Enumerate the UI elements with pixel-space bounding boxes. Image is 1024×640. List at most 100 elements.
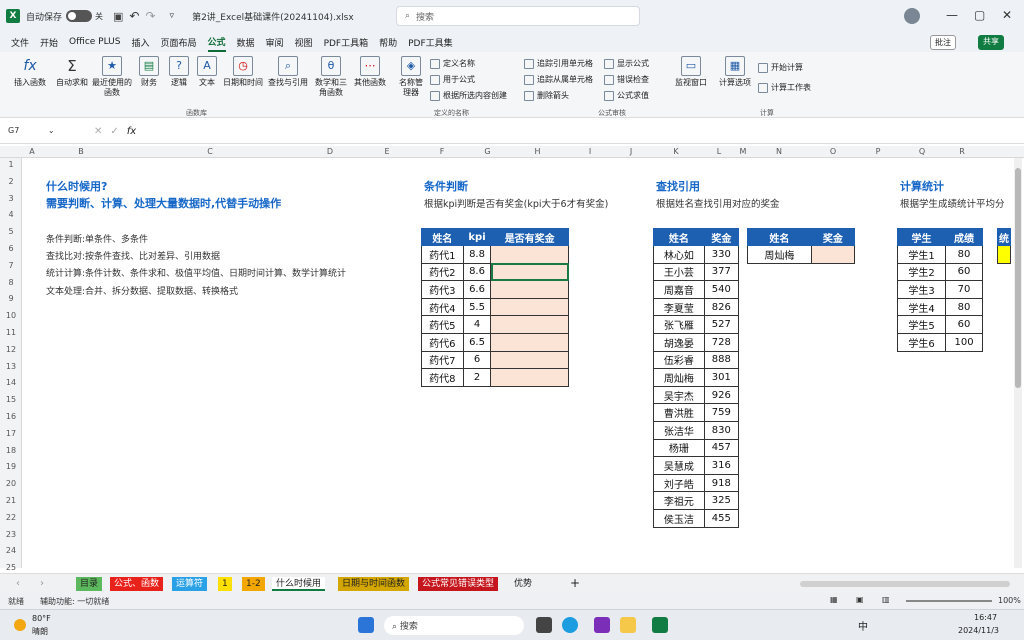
- table-cell[interactable]: 刘子皓: [653, 473, 705, 493]
- sheet-tab-7[interactable]: 公式常见错误类型: [418, 577, 499, 591]
- table-cell[interactable]: 2: [462, 368, 492, 387]
- table-cell[interactable]: 药代6: [421, 332, 464, 352]
- table-cell[interactable]: [810, 245, 856, 264]
- table-cell[interactable]: [490, 245, 569, 264]
- start-icon[interactable]: [358, 617, 374, 633]
- row-header[interactable]: 25: [0, 563, 22, 572]
- table-cell[interactable]: 325: [703, 491, 740, 510]
- table-header-cell[interactable]: 奖金: [810, 228, 856, 246]
- table-cell[interactable]: 830: [703, 420, 740, 440]
- weather-desc[interactable]: 晴朗: [32, 626, 48, 637]
- row-header[interactable]: 7: [0, 261, 22, 270]
- menu-item-3[interactable]: 插入: [131, 34, 149, 51]
- tab-prev-icon[interactable]: ‹: [16, 578, 20, 589]
- formula-input[interactable]: [146, 124, 1006, 140]
- watch-window-button[interactable]: ▭ 监视窗口: [674, 56, 708, 88]
- comments-button[interactable]: 批注: [930, 35, 956, 50]
- taskview-icon[interactable]: [536, 617, 552, 633]
- row-header[interactable]: 5: [0, 227, 22, 236]
- edge-icon[interactable]: [562, 617, 578, 633]
- table-cell[interactable]: 316: [703, 456, 740, 475]
- menu-item-9[interactable]: PDF工具箱: [324, 34, 369, 51]
- column-header[interactable]: L: [700, 146, 738, 158]
- row-header[interactable]: 17: [0, 429, 22, 438]
- table-header-cell[interactable]: 成绩: [945, 228, 983, 246]
- menu-item-7[interactable]: 审阅: [266, 34, 284, 51]
- horizontal-scrollbar[interactable]: [800, 581, 1010, 587]
- table-cell[interactable]: 药代2: [421, 262, 464, 282]
- define-name-button[interactable]: 定义名称: [430, 58, 475, 69]
- column-header[interactable]: D: [300, 146, 360, 158]
- column-header[interactable]: J: [610, 146, 652, 158]
- column-header[interactable]: B: [42, 146, 120, 158]
- table-cell[interactable]: 918: [703, 473, 740, 493]
- column-header[interactable]: Q: [900, 146, 944, 158]
- table-cell[interactable]: [490, 262, 569, 282]
- enter-icon[interactable]: ✓: [110, 126, 118, 137]
- lookup-button[interactable]: ⌕ 查找与引用: [266, 56, 310, 88]
- vertical-scrollbar[interactable]: [1014, 158, 1022, 568]
- row-header[interactable]: 8: [0, 278, 22, 287]
- row-header[interactable]: 4: [0, 210, 22, 219]
- menu-item-5[interactable]: 公式: [207, 33, 226, 52]
- trace-precedents-button[interactable]: 追踪引用单元格: [524, 58, 593, 69]
- menu-item-6[interactable]: 数据: [237, 34, 255, 51]
- stats-result-cell[interactable]: [997, 245, 1011, 264]
- table-cell[interactable]: 6: [462, 350, 492, 370]
- row-header[interactable]: 24: [0, 546, 22, 555]
- table-cell[interactable]: 540: [703, 280, 740, 299]
- table-cell[interactable]: 70: [945, 280, 983, 299]
- table-cell[interactable]: 周灿梅: [653, 368, 705, 387]
- table-cell[interactable]: 药代1: [421, 245, 464, 264]
- sheet-tab-6[interactable]: 日期与时间函数: [338, 577, 410, 591]
- column-header[interactable]: H: [505, 146, 570, 158]
- fx-icon[interactable]: fx: [127, 126, 136, 137]
- zoom-slider[interactable]: [906, 600, 992, 602]
- table-header-cell[interactable]: 奖金: [703, 228, 740, 246]
- table-cell[interactable]: 457: [703, 438, 740, 458]
- row-header[interactable]: 22: [0, 513, 22, 522]
- calculate-now-button[interactable]: 开始计算: [758, 62, 803, 73]
- table-cell[interactable]: 6.5: [462, 332, 492, 352]
- menu-item-4[interactable]: 页面布局: [160, 34, 196, 51]
- text-button[interactable]: A 文本: [194, 56, 220, 88]
- table-cell[interactable]: [490, 350, 569, 370]
- table-cell[interactable]: 杨珊: [653, 438, 705, 458]
- sheet-tab-2[interactable]: 运算符: [172, 577, 208, 591]
- table-cell[interactable]: 学生2: [896, 262, 947, 282]
- table-cell[interactable]: 学生3: [896, 280, 947, 299]
- insert-function-button[interactable]: fx 插入函数: [10, 56, 50, 88]
- row-header[interactable]: 16: [0, 412, 22, 421]
- table-cell[interactable]: 5.5: [462, 297, 492, 317]
- accessibility-status[interactable]: 辅助功能: 一切就绪: [40, 596, 109, 607]
- zoom-level[interactable]: 100%: [998, 596, 1021, 605]
- undo-icon[interactable]: ↶: [129, 9, 139, 23]
- table-cell[interactable]: 888: [703, 350, 740, 370]
- column-header[interactable]: F: [414, 146, 470, 158]
- table-cell[interactable]: 60: [945, 315, 983, 334]
- column-header[interactable]: I: [570, 146, 610, 158]
- table-cell[interactable]: 周灿梅: [747, 245, 812, 264]
- table-cell[interactable]: 药代3: [421, 280, 464, 299]
- table-cell[interactable]: 学生4: [896, 297, 947, 317]
- row-header[interactable]: 19: [0, 462, 22, 471]
- table-cell[interactable]: 100: [945, 332, 983, 352]
- redo-icon[interactable]: ↷: [145, 9, 155, 23]
- table-cell[interactable]: 455: [703, 508, 740, 528]
- table-cell[interactable]: 吴宇杰: [653, 385, 705, 405]
- table-cell[interactable]: 8.8: [462, 245, 492, 264]
- more-functions-button[interactable]: ⋯ 其他函数: [352, 56, 388, 88]
- table-cell[interactable]: [490, 297, 569, 317]
- autosave-toggle[interactable]: [66, 10, 93, 22]
- table-cell[interactable]: [490, 280, 569, 299]
- menu-item-11[interactable]: PDF工具集: [408, 34, 453, 51]
- taskbar-search[interactable]: ⌕ 搜索: [384, 616, 524, 635]
- row-header[interactable]: 12: [0, 345, 22, 354]
- table-cell[interactable]: 林心如: [653, 245, 705, 264]
- table-cell[interactable]: 药代8: [421, 368, 464, 387]
- table-header-cell[interactable]: 学生: [896, 228, 947, 246]
- table-cell[interactable]: 527: [703, 315, 740, 334]
- table-header-cell[interactable]: 统: [997, 228, 1011, 246]
- file-name[interactable]: 第2讲_Excel基础课件(20241104).xlsx: [192, 10, 354, 23]
- excel-taskbar-icon[interactable]: [652, 617, 668, 633]
